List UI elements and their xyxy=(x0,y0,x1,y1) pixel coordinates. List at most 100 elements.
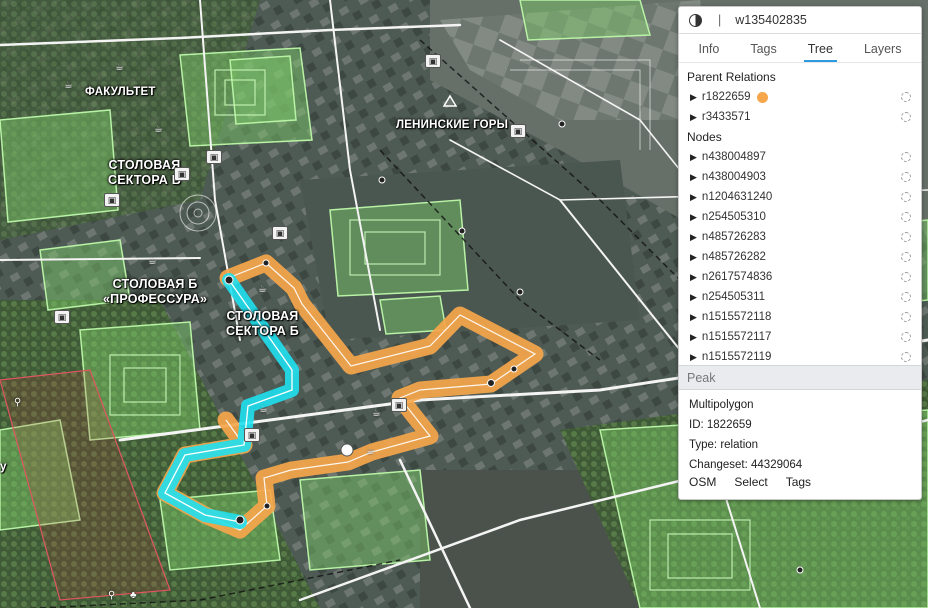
label-line: СЕКТОРА В xyxy=(108,173,181,187)
node-id: n254505311 xyxy=(701,291,766,303)
locate-icon[interactable] xyxy=(901,212,911,222)
tree-icon: ♣ xyxy=(130,590,137,601)
locate-icon[interactable] xyxy=(901,272,911,282)
selected-dot-icon xyxy=(756,91,768,103)
shop-icon[interactable]: ▣ xyxy=(206,150,222,164)
shop-icon[interactable]: ▣ xyxy=(174,167,190,181)
locate-icon[interactable] xyxy=(901,292,911,302)
relation-row[interactable]: ▶ r1822659 xyxy=(679,87,921,107)
node-row[interactable]: ▶ n438004897 xyxy=(679,147,921,167)
node-row[interactable]: ▶ n1515572118 xyxy=(679,307,921,327)
node-row[interactable]: ▶ n254505311 xyxy=(679,287,921,307)
peak-type: Type: relation xyxy=(689,439,759,451)
expand-icon[interactable]: ▶ xyxy=(690,112,697,123)
cafe-icon[interactable]: ☕ xyxy=(259,404,268,416)
locate-icon[interactable] xyxy=(901,312,911,322)
expand-icon[interactable]: ▶ xyxy=(690,172,697,183)
node-id: n1515572119 xyxy=(701,351,772,363)
node-row[interactable]: ▶ n1204631240 xyxy=(679,187,921,207)
shop-icon[interactable]: ▣ xyxy=(425,54,441,68)
node-row[interactable]: ▶ n485726283 xyxy=(679,227,921,247)
expand-icon[interactable]: ▶ xyxy=(690,232,697,243)
map-label-stolovaya-sektora-b: СТОЛОВАЯ СЕКТОРА Б xyxy=(226,309,299,339)
shop-icon[interactable]: ▣ xyxy=(510,124,526,138)
map-label-leninskie-gory: ЛЕНИНСКИЕ ГОРЫ xyxy=(396,119,509,131)
osm-link[interactable]: OSM xyxy=(689,475,716,489)
tab-info[interactable]: Info xyxy=(694,42,723,62)
node-id: n2617574836 xyxy=(701,271,773,283)
expand-icon[interactable]: ▶ xyxy=(690,212,697,223)
expand-icon[interactable]: ▶ xyxy=(690,92,697,103)
relation-id: r3433571 xyxy=(701,111,751,123)
expand-icon[interactable]: ▶ xyxy=(690,152,697,163)
expand-icon[interactable]: ▶ xyxy=(690,332,697,343)
tab-layers[interactable]: Layers xyxy=(860,42,906,62)
shop-icon[interactable]: ▣ xyxy=(104,193,120,207)
map-label-stolovaya-sektora-v: СТОЛОВАЯ СЕКТОРА В xyxy=(108,158,181,188)
bicycle-icon[interactable]: ⚲ xyxy=(14,397,21,409)
peak-details: Multipolygon ID: 1822659 Type: relation … xyxy=(679,395,921,489)
node-row[interactable]: ▶ n2617574836 xyxy=(679,267,921,287)
shop-icon[interactable]: ▣ xyxy=(272,226,288,240)
expand-icon[interactable]: ▶ xyxy=(690,312,697,323)
tab-tags[interactable]: Tags xyxy=(746,42,780,62)
cafe-icon[interactable]: ☕ xyxy=(64,80,73,92)
peak-links: OSM Select Tags xyxy=(689,475,921,489)
shop-icon[interactable]: ▣ xyxy=(391,398,407,412)
expand-icon[interactable]: ▶ xyxy=(690,252,697,263)
node-row[interactable]: ▶ n254505310 xyxy=(679,207,921,227)
cafe-icon[interactable]: ☕ xyxy=(154,124,163,136)
cafe-icon[interactable]: ☕ xyxy=(115,62,124,74)
node-id: n485726282 xyxy=(701,251,766,263)
cafe-icon[interactable]: ☕ xyxy=(372,408,381,420)
label-line: «ПРОФЕССУРА» xyxy=(103,292,208,306)
select-link[interactable]: Select xyxy=(734,475,767,489)
inspector-panel: | w135402835 Info Tags Tree Layers Paren… xyxy=(678,6,922,500)
peak-changeset: Changeset: 44329064 xyxy=(689,459,803,471)
locate-icon[interactable] xyxy=(901,352,911,362)
locate-icon[interactable] xyxy=(901,252,911,262)
cafe-icon[interactable]: ☕ xyxy=(258,284,267,296)
expand-icon[interactable]: ▶ xyxy=(690,272,697,283)
node-row[interactable]: ▶ n438004903 xyxy=(679,167,921,187)
node-id: n485726283 xyxy=(701,231,766,243)
nodes-title: Nodes xyxy=(687,130,722,144)
locate-icon[interactable] xyxy=(901,92,911,102)
locate-icon[interactable] xyxy=(901,332,911,342)
expand-icon[interactable]: ▶ xyxy=(690,292,697,303)
locate-icon[interactable] xyxy=(901,232,911,242)
expand-icon[interactable]: ▶ xyxy=(690,352,697,363)
node-id: n438004903 xyxy=(701,171,766,183)
node-id: n1515572117 xyxy=(701,331,772,343)
cafe-icon[interactable]: ☕ xyxy=(148,256,157,268)
locate-icon[interactable] xyxy=(901,192,911,202)
relation-id: r1822659 xyxy=(701,91,751,103)
relation-row[interactable]: ▶ r3433571 xyxy=(679,107,921,127)
map-label-fakultet: ФАКУЛЬТЕТ xyxy=(85,86,156,98)
node-id: n1204631240 xyxy=(701,191,773,203)
tab-bar: Info Tags Tree Layers xyxy=(679,36,921,63)
shop-icon[interactable]: ▣ xyxy=(54,310,70,324)
parent-relations-title: Parent Relations xyxy=(687,70,776,84)
tab-tree[interactable]: Tree xyxy=(803,42,837,62)
theme-toggle-icon[interactable] xyxy=(689,13,702,27)
panel-header: | w135402835 xyxy=(679,7,921,34)
bicycle-icon[interactable]: ⚲ xyxy=(108,590,115,602)
cafe-icon[interactable]: ☕ xyxy=(366,446,375,458)
label-line: СТОЛОВАЯ xyxy=(226,309,299,323)
expand-icon[interactable]: ▶ xyxy=(690,192,697,203)
locate-icon[interactable] xyxy=(901,112,911,122)
locate-icon[interactable] xyxy=(901,172,911,182)
node-id: n1515572118 xyxy=(701,311,772,323)
divider: | xyxy=(718,13,722,27)
node-row[interactable]: ▶ n485726282 xyxy=(679,247,921,267)
node-row[interactable]: ▶ n1515572117 xyxy=(679,327,921,347)
node-id: n438004897 xyxy=(701,151,766,163)
tree-view: Parent Relations ▶ r1822659 ▶ r3433571 N… xyxy=(679,63,921,367)
map-label-edge: у xyxy=(0,461,7,473)
tags-link[interactable]: Tags xyxy=(786,475,811,489)
label-line: СТОЛОВАЯ xyxy=(108,158,181,172)
node-row[interactable]: ▶ n1515572119 xyxy=(679,347,921,367)
locate-icon[interactable] xyxy=(901,152,911,162)
shop-icon[interactable]: ▣ xyxy=(244,428,260,442)
